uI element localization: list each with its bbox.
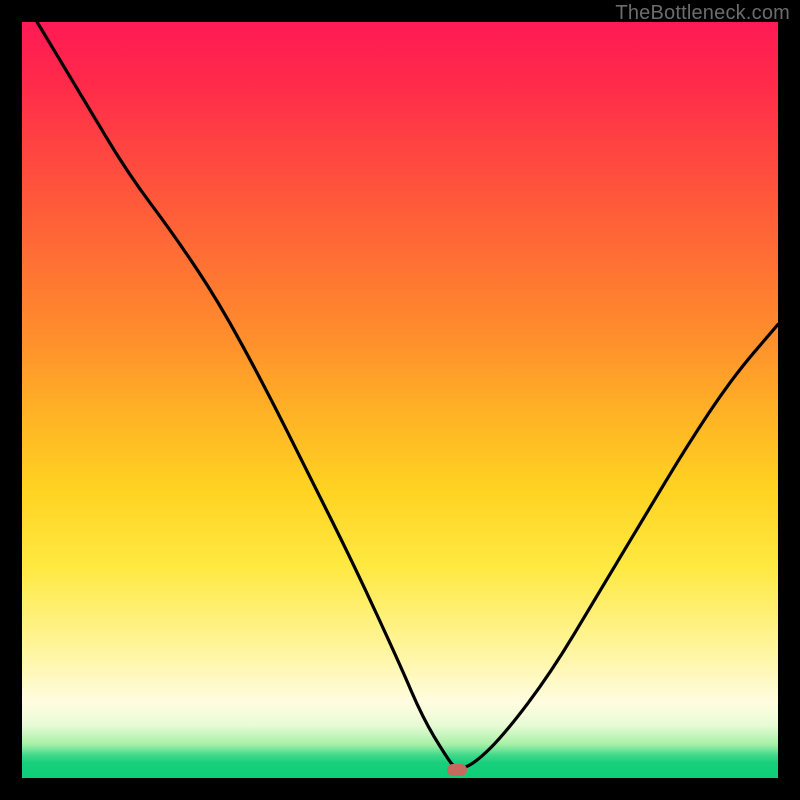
bottleneck-curve <box>37 22 778 768</box>
curve-svg <box>22 22 778 778</box>
outer-frame: TheBottleneck.com <box>0 0 800 800</box>
min-marker <box>447 764 467 776</box>
plot-area <box>22 22 778 778</box>
